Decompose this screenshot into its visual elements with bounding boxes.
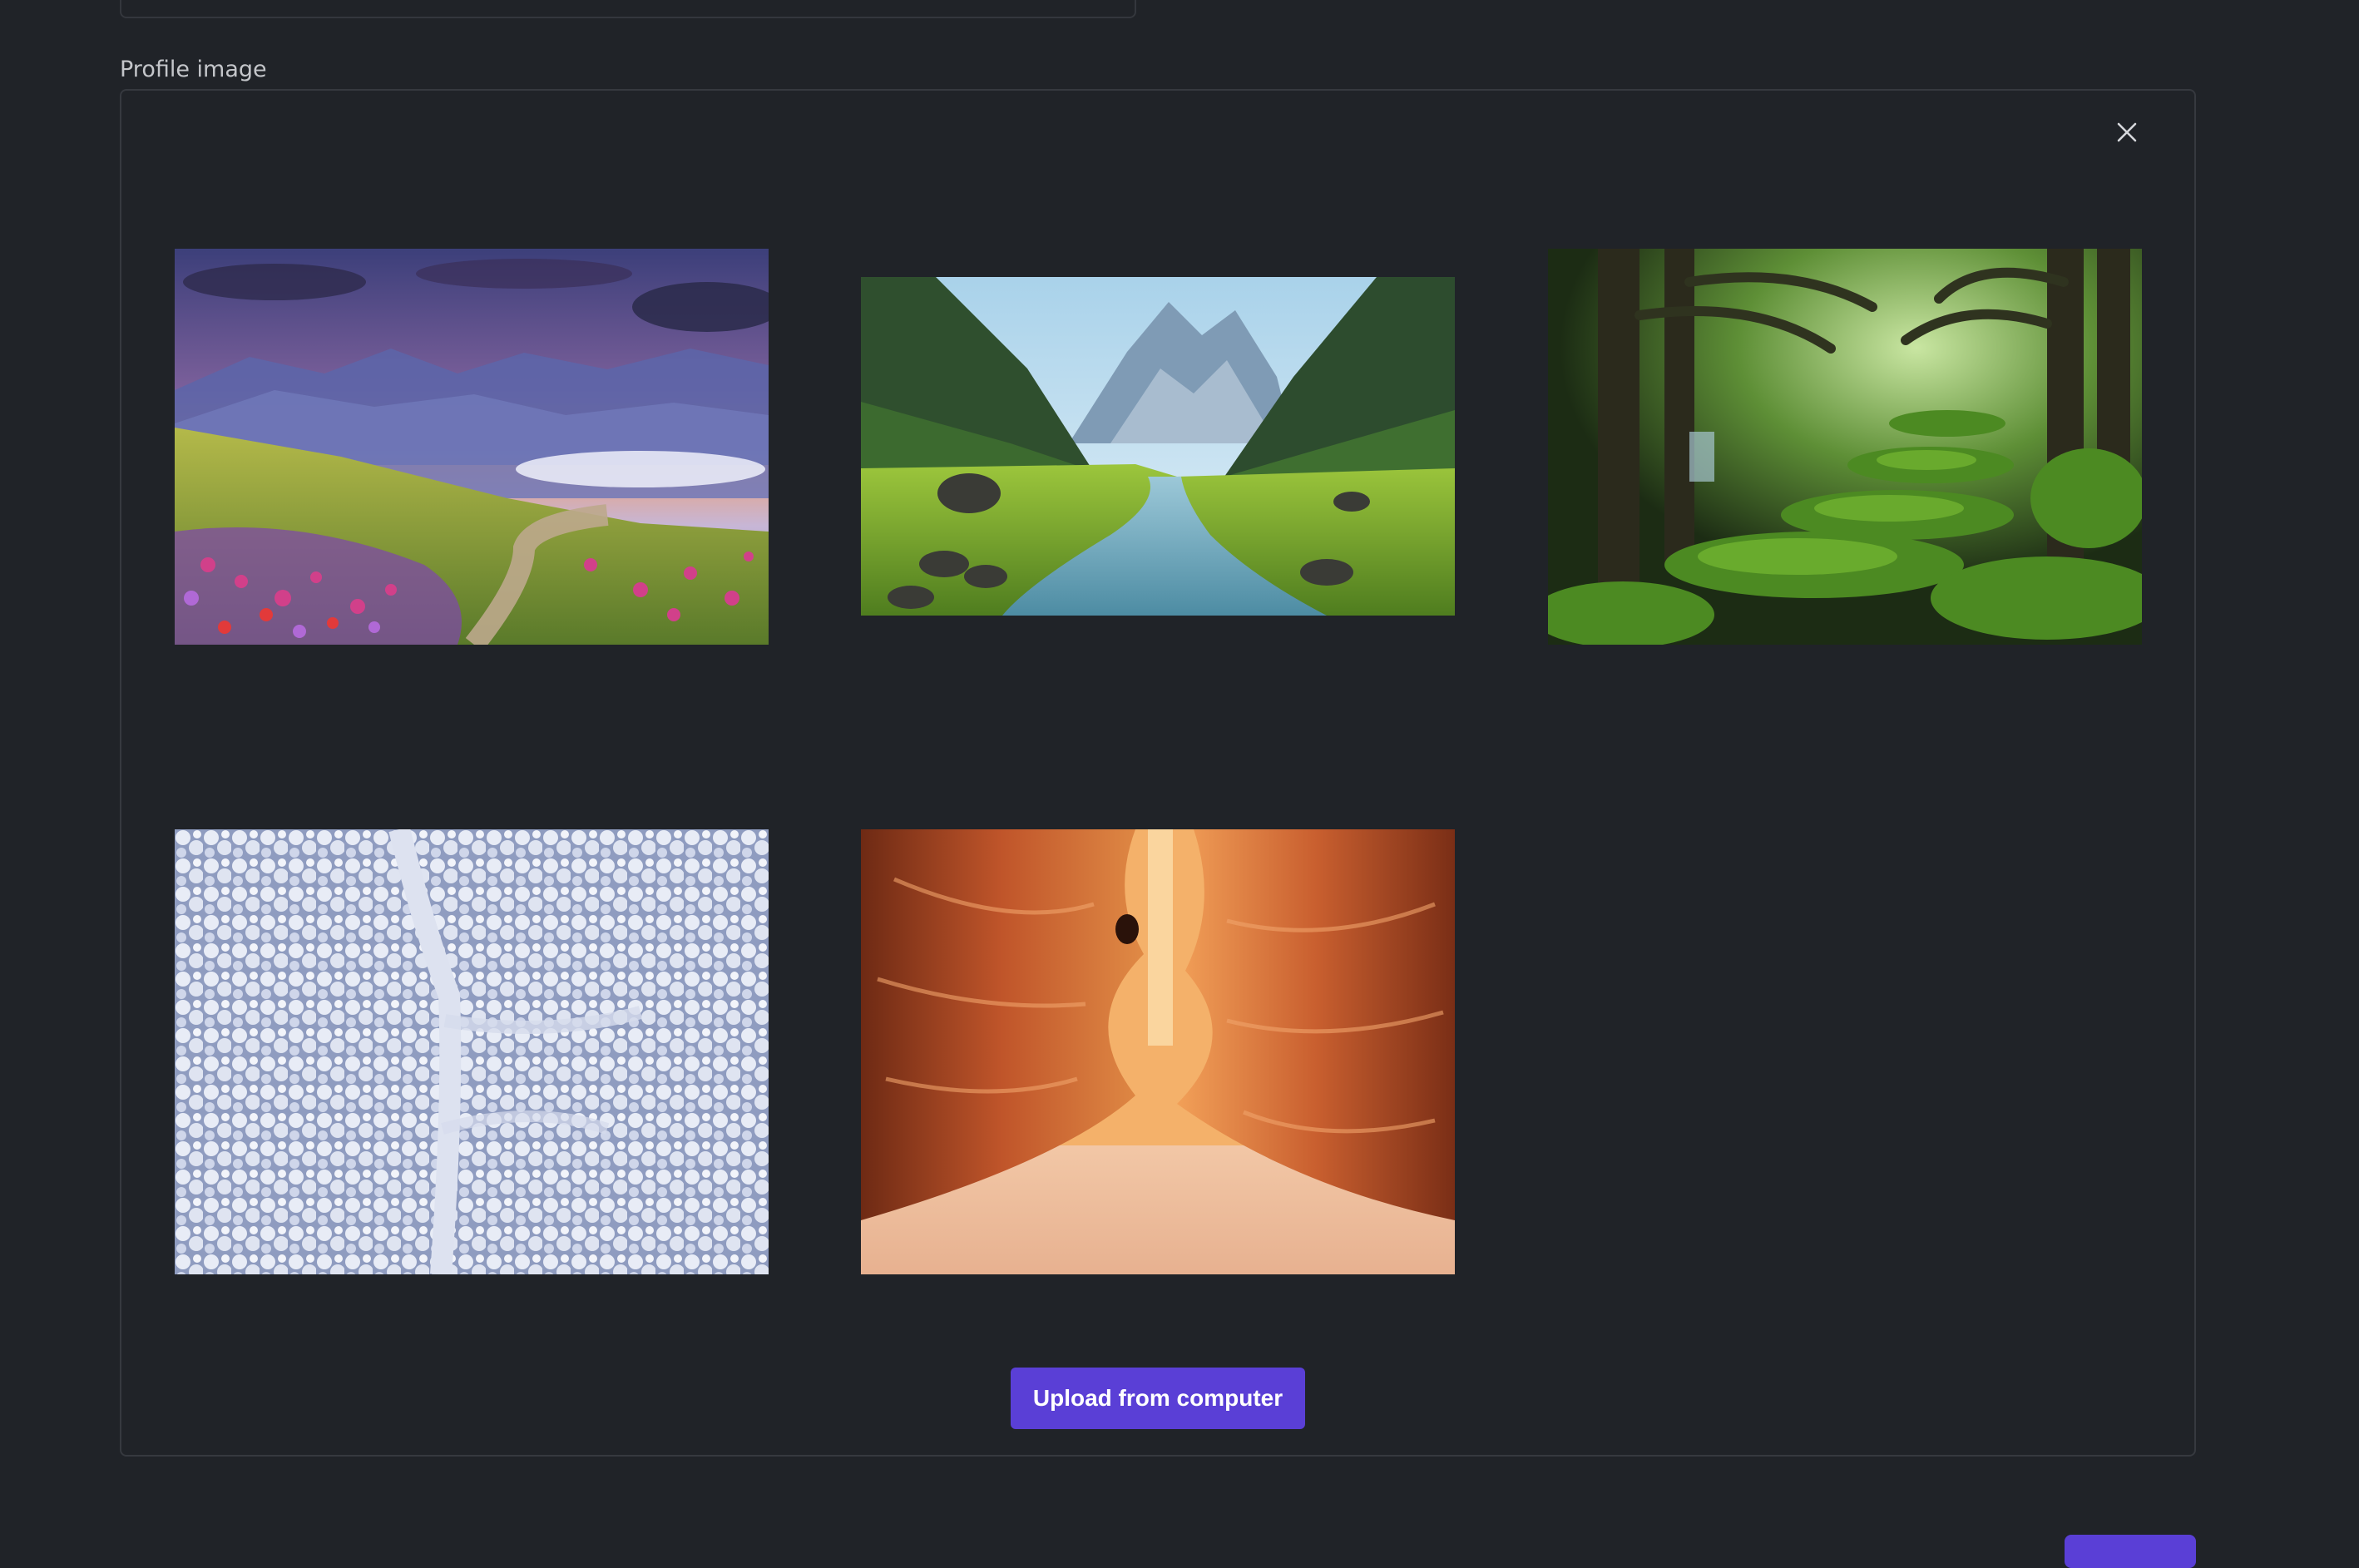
profile-image-label: Profile image (120, 57, 267, 82)
slot-canyon-image (861, 829, 1455, 1274)
gallery-image-slot-canyon[interactable] (861, 829, 1455, 1274)
gallery-image-mossy-forest[interactable] (1548, 249, 2142, 645)
close-button[interactable] (2107, 112, 2147, 152)
close-icon (2117, 122, 2137, 142)
upload-from-computer-button[interactable]: Upload from computer (1011, 1368, 1305, 1429)
mountain-meadow-image (175, 249, 769, 645)
gallery-image-mountain-meadow[interactable] (175, 249, 769, 645)
save-button[interactable] (2065, 1535, 2196, 1568)
snowy-forest-image (175, 829, 769, 1274)
gallery-image-snowy-forest[interactable] (175, 829, 769, 1274)
mossy-forest-image (1548, 249, 2142, 645)
previous-input-field[interactable] (120, 0, 1136, 18)
mountain-river-image (861, 277, 1455, 616)
gallery-image-mountain-river[interactable] (861, 277, 1455, 616)
